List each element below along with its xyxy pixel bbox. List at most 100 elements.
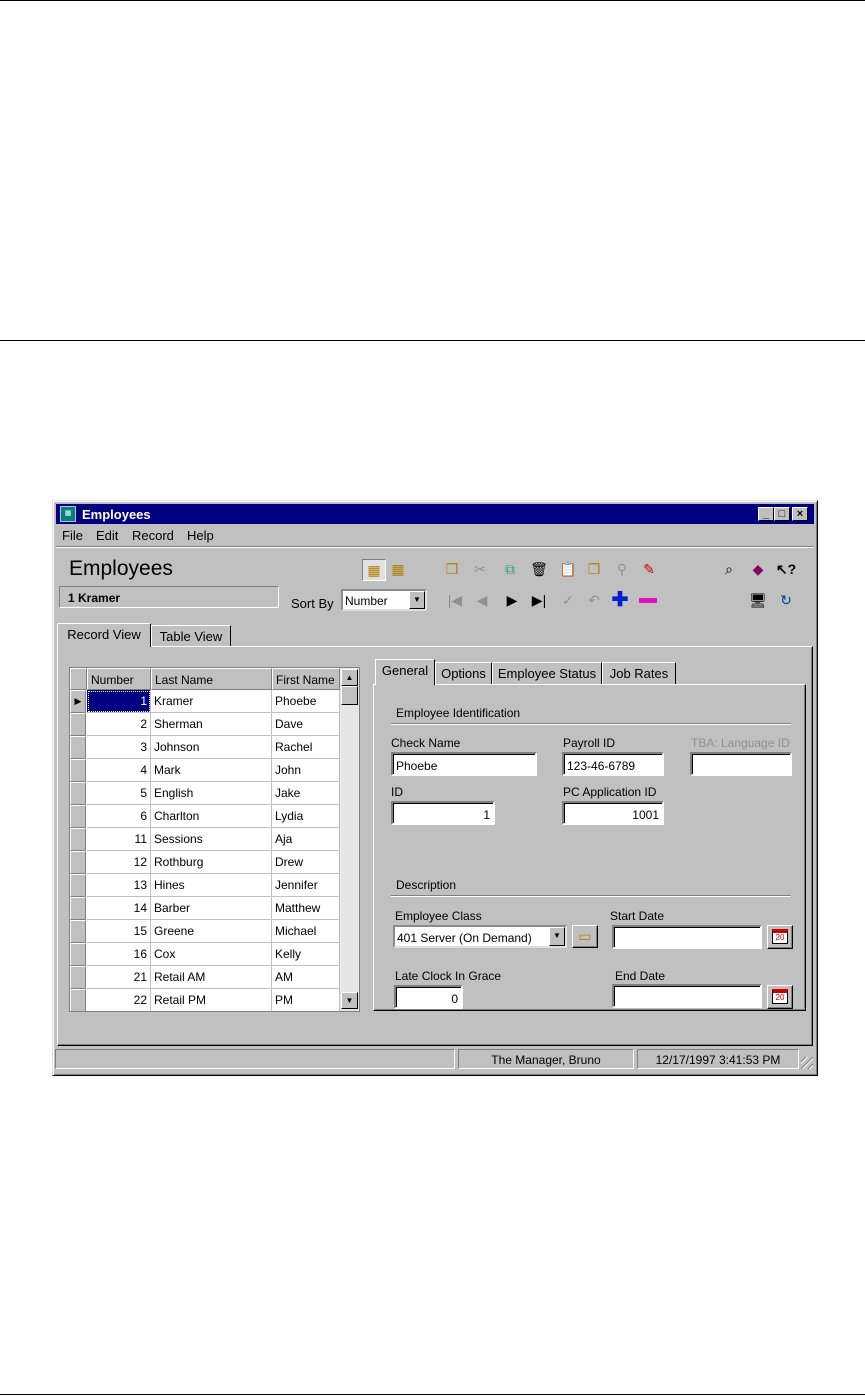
table-row[interactable]: 4 Mark John: [70, 759, 340, 782]
table-row[interactable]: 11 Sessions Aja: [70, 828, 340, 851]
help-pointer-icon[interactable]: ↖?: [775, 559, 797, 579]
cell-last-name[interactable]: Hines: [151, 874, 272, 897]
table-row[interactable]: 13 Hines Jennifer: [70, 874, 340, 897]
cell-number[interactable]: 22: [87, 989, 151, 1011]
cut-record-icon[interactable]: ✂: [469, 559, 491, 579]
table-view-icon[interactable]: ▦: [387, 559, 409, 579]
save-check-icon[interactable]: ✓: [557, 590, 579, 610]
row-selector[interactable]: [70, 759, 86, 782]
row-selector[interactable]: [70, 736, 86, 759]
current-row-indicator[interactable]: ▶: [70, 690, 86, 713]
table-row[interactable]: 16 Cox Kelly: [70, 943, 340, 966]
row-selector[interactable]: [70, 782, 86, 805]
cell-last-name[interactable]: Cox: [151, 943, 272, 966]
start-date-field[interactable]: [612, 925, 762, 949]
wand-icon[interactable]: ⚲: [611, 559, 633, 579]
table-row[interactable]: 15 Greene Michael: [70, 920, 340, 943]
cell-number[interactable]: 4: [87, 759, 151, 782]
language-id-field[interactable]: [690, 752, 792, 776]
find-icon[interactable]: ⌕: [718, 559, 740, 579]
cell-last-name[interactable]: Barber: [151, 897, 272, 920]
table-row[interactable]: 3 Johnson Rachel: [70, 736, 340, 759]
start-date-calendar-button[interactable]: 20: [767, 925, 793, 949]
copy-record-icon[interactable]: ❐: [441, 559, 463, 579]
row-selector[interactable]: [70, 805, 86, 828]
end-date-calendar-button[interactable]: 20: [767, 985, 793, 1009]
row-selector[interactable]: [70, 989, 86, 1011]
cell-number[interactable]: 1: [87, 690, 151, 713]
column-header-number[interactable]: Number: [87, 668, 151, 690]
duplicate-icon[interactable]: ❐: [583, 559, 605, 579]
menu-record[interactable]: Record: [132, 528, 174, 543]
cell-number[interactable]: 15: [87, 920, 151, 943]
cell-first-name[interactable]: Dave: [272, 713, 340, 736]
end-date-field[interactable]: [612, 984, 762, 1008]
cell-first-name[interactable]: AM: [272, 966, 340, 989]
monitor-icon[interactable]: 🖥: [747, 590, 769, 610]
first-record-icon[interactable]: |◀: [444, 590, 466, 610]
previous-record-icon[interactable]: ◀: [471, 590, 493, 610]
row-selector[interactable]: [70, 943, 86, 966]
trash-icon[interactable]: 🗑: [528, 559, 550, 579]
row-selector[interactable]: [70, 713, 86, 736]
tab-job-rates[interactable]: Job Rates: [602, 662, 676, 685]
row-selector[interactable]: [70, 851, 86, 874]
table-row[interactable]: 5 English Jake: [70, 782, 340, 805]
minimize-button[interactable]: _: [758, 507, 774, 521]
cell-number[interactable]: 6: [87, 805, 151, 828]
menu-edit[interactable]: Edit: [96, 528, 118, 543]
chevron-down-icon[interactable]: ▼: [549, 927, 565, 946]
title-bar[interactable]: ▦ Employees _ □ ×: [56, 504, 814, 524]
cell-last-name[interactable]: Retail PM: [151, 989, 272, 1011]
cell-first-name[interactable]: Jake: [272, 782, 340, 805]
cell-last-name[interactable]: Retail AM: [151, 966, 272, 989]
chevron-down-icon[interactable]: ▼: [409, 591, 425, 609]
cell-number[interactable]: 5: [87, 782, 151, 805]
cell-first-name[interactable]: Rachel: [272, 736, 340, 759]
cell-last-name[interactable]: Charlton: [151, 805, 272, 828]
cell-first-name[interactable]: Michael: [272, 920, 340, 943]
menu-file[interactable]: File: [62, 528, 83, 543]
payroll-id-field[interactable]: 123-46-6789: [562, 752, 664, 776]
cell-first-name[interactable]: Matthew: [272, 897, 340, 920]
close-button[interactable]: ×: [792, 507, 808, 521]
cell-number[interactable]: 12: [87, 851, 151, 874]
cell-last-name[interactable]: Sherman: [151, 713, 272, 736]
tab-options[interactable]: Options: [435, 662, 492, 685]
cell-last-name[interactable]: English: [151, 782, 272, 805]
cell-number[interactable]: 21: [87, 966, 151, 989]
cell-number[interactable]: 14: [87, 897, 151, 920]
eraser-icon[interactable]: ✎: [638, 559, 660, 579]
last-record-icon[interactable]: ▶|: [528, 590, 550, 610]
table-row[interactable]: 12 Rothburg Drew: [70, 851, 340, 874]
cell-first-name[interactable]: Jennifer: [272, 874, 340, 897]
cell-first-name[interactable]: Aja: [272, 828, 340, 851]
tab-record-view[interactable]: Record View: [57, 623, 151, 647]
row-selector[interactable]: [70, 920, 86, 943]
cell-first-name[interactable]: John: [272, 759, 340, 782]
cell-last-name[interactable]: Rothburg: [151, 851, 272, 874]
add-record-icon[interactable]: ✚: [609, 590, 631, 610]
row-selector[interactable]: [70, 828, 86, 851]
table-row[interactable]: 14 Barber Matthew: [70, 897, 340, 920]
cell-last-name[interactable]: Sessions: [151, 828, 272, 851]
scroll-thumb[interactable]: [341, 686, 358, 705]
cell-number[interactable]: 16: [87, 943, 151, 966]
table-row[interactable]: 22 Retail PM PM: [70, 989, 340, 1011]
paste-record-icon[interactable]: ⧉: [499, 559, 521, 579]
tab-table-view[interactable]: Table View: [151, 625, 231, 647]
cell-last-name[interactable]: Kramer: [151, 690, 272, 713]
row-selector[interactable]: [70, 966, 86, 989]
employee-class-select[interactable]: 401 Server (On Demand) ▼: [393, 925, 567, 948]
cell-first-name[interactable]: Lydia: [272, 805, 340, 828]
report-icon[interactable]: ◆: [747, 559, 769, 579]
cell-number[interactable]: 13: [87, 874, 151, 897]
cell-number[interactable]: 2: [87, 713, 151, 736]
resize-grip-icon[interactable]: [801, 1057, 813, 1069]
maximize-button[interactable]: □: [774, 507, 790, 521]
clipboard-icon[interactable]: 📋: [557, 559, 579, 579]
id-field[interactable]: 1: [391, 801, 495, 825]
record-view-icon[interactable]: ▦: [362, 559, 386, 581]
cell-last-name[interactable]: Johnson: [151, 736, 272, 759]
scroll-down-icon[interactable]: ▼: [341, 992, 358, 1009]
